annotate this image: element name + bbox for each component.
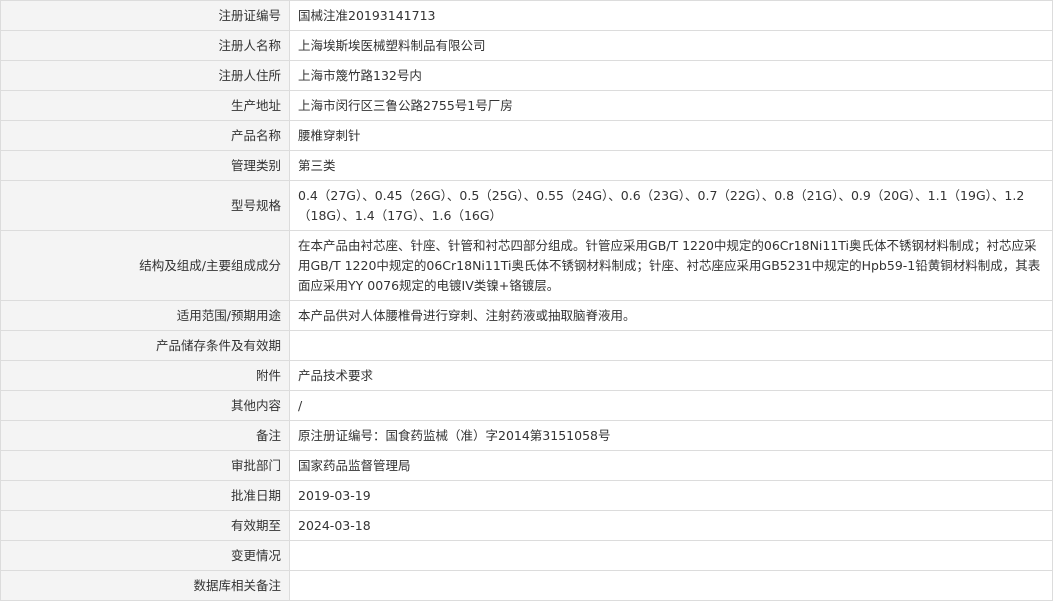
row-value: 0.4（27G）、0.45（26G）、0.5（25G）、0.55（24G）、0.…: [289, 180, 1053, 231]
row-value: 原注册证编号：国食药监械（准）字2014第3151058号: [289, 420, 1053, 451]
row-value: 第三类: [289, 150, 1053, 181]
row-management-category: 管理类别 第三类: [0, 150, 1053, 181]
row-label: 适用范围/预期用途: [0, 300, 290, 331]
row-label: 注册证编号: [0, 0, 290, 31]
row-label: 数据库相关备注: [0, 570, 290, 601]
row-label: 管理类别: [0, 150, 290, 181]
row-change-status: 变更情况: [0, 540, 1053, 571]
row-value: [289, 570, 1053, 601]
row-database-remarks: 数据库相关备注: [0, 570, 1053, 601]
row-label: 产品储存条件及有效期: [0, 330, 290, 361]
row-other-content: 其他内容 /: [0, 390, 1053, 421]
row-label: 附件: [0, 360, 290, 391]
row-label: 产品名称: [0, 120, 290, 151]
row-value: /: [289, 390, 1053, 421]
row-label: 其他内容: [0, 390, 290, 421]
row-label: 注册人住所: [0, 60, 290, 91]
row-value: 2019-03-19: [289, 480, 1053, 511]
row-value: [289, 330, 1053, 361]
row-label: 备注: [0, 420, 290, 451]
row-value: 产品技术要求: [289, 360, 1053, 391]
row-value: 国械注准20193141713: [289, 0, 1053, 31]
row-label: 结构及组成/主要组成成分: [0, 230, 290, 301]
row-label: 注册人名称: [0, 30, 290, 61]
registration-detail-table: 注册证编号 国械注准20193141713 注册人名称 上海埃斯埃医械塑料制品有…: [0, 0, 1053, 601]
row-label: 有效期至: [0, 510, 290, 541]
row-value: 在本产品由衬芯座、针座、针管和衬芯四部分组成。针管应采用GB/T 1220中规定…: [289, 230, 1053, 301]
row-label: 型号规格: [0, 180, 290, 231]
row-model-spec: 型号规格 0.4（27G）、0.45（26G）、0.5（25G）、0.55（24…: [0, 180, 1053, 231]
row-product-name: 产品名称 腰椎穿刺针: [0, 120, 1053, 151]
row-label: 生产地址: [0, 90, 290, 121]
row-value: 2024-03-18: [289, 510, 1053, 541]
row-label: 变更情况: [0, 540, 290, 571]
row-registrant-address: 注册人住所 上海市篾竹路132号内: [0, 60, 1053, 91]
row-remarks: 备注 原注册证编号：国食药监械（准）字2014第3151058号: [0, 420, 1053, 451]
row-value: [289, 540, 1053, 571]
row-production-address: 生产地址 上海市闵行区三鲁公路2755号1号厂房: [0, 90, 1053, 121]
row-value: 腰椎穿刺针: [289, 120, 1053, 151]
row-label: 审批部门: [0, 450, 290, 481]
row-approval-date: 批准日期 2019-03-19: [0, 480, 1053, 511]
row-intended-use: 适用范围/预期用途 本产品供对人体腰椎骨进行穿刺、注射药液或抽取脑脊液用。: [0, 300, 1053, 331]
row-approval-department: 审批部门 国家药品监督管理局: [0, 450, 1053, 481]
row-value: 国家药品监督管理局: [289, 450, 1053, 481]
row-registration-number: 注册证编号 国械注准20193141713: [0, 0, 1053, 31]
row-value: 上海市闵行区三鲁公路2755号1号厂房: [289, 90, 1053, 121]
row-valid-until: 有效期至 2024-03-18: [0, 510, 1053, 541]
row-value: 本产品供对人体腰椎骨进行穿刺、注射药液或抽取脑脊液用。: [289, 300, 1053, 331]
row-storage-validity: 产品储存条件及有效期: [0, 330, 1053, 361]
row-structure-composition: 结构及组成/主要组成成分 在本产品由衬芯座、针座、针管和衬芯四部分组成。针管应采…: [0, 230, 1053, 301]
row-registrant-name: 注册人名称 上海埃斯埃医械塑料制品有限公司: [0, 30, 1053, 61]
row-label: 批准日期: [0, 480, 290, 511]
row-value: 上海埃斯埃医械塑料制品有限公司: [289, 30, 1053, 61]
row-value: 上海市篾竹路132号内: [289, 60, 1053, 91]
row-attachment: 附件 产品技术要求: [0, 360, 1053, 391]
